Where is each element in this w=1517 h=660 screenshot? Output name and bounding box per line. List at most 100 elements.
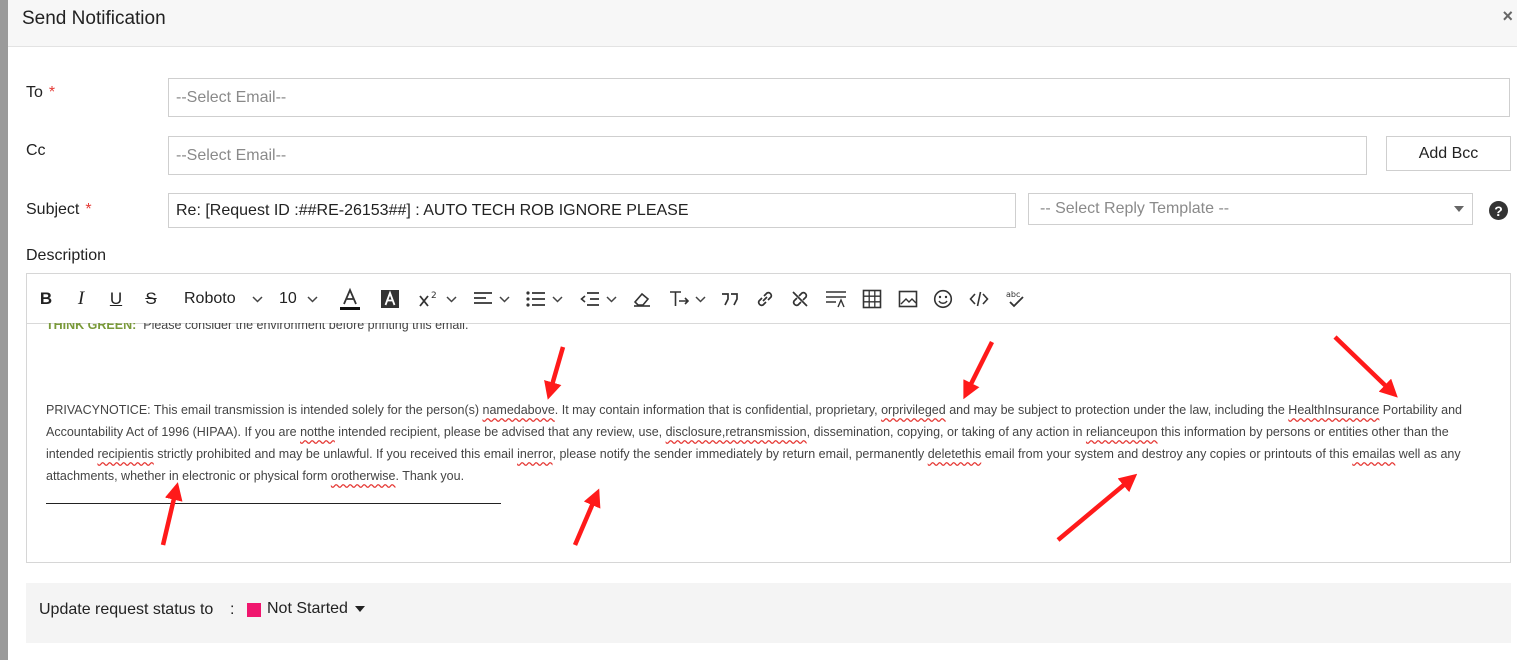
code-icon [969,291,989,307]
misspelled-word: recipientis [97,447,154,461]
highlight-icon [381,290,399,308]
emoji-icon [933,289,953,309]
chevron-down-icon [498,295,510,303]
emoji-button[interactable] [933,286,953,312]
quote-icon [722,293,738,306]
close-icon[interactable]: × [1502,6,1513,27]
align-button[interactable] [471,286,511,312]
to-label: To * [26,84,55,102]
image-icon [898,290,918,308]
misspelled-word: deletethis [927,447,982,461]
status-footer: Update request status to : Not Started [26,583,1511,643]
misspelled-word: disclosure,retransmission [665,425,807,439]
privacy-notice: PRIVACYNOTICE: This email transmission i… [46,399,1486,487]
list-button[interactable] [524,286,564,312]
editor-toolbar: B I U S Roboto 10 2 abc [27,274,1510,324]
cc-label: Cc [26,142,46,159]
font-size-value: 10 [279,290,297,307]
link-icon [757,291,773,307]
status-value: Not Started [267,600,348,617]
think-green-text: Please consider the environment before p… [143,323,469,332]
font-size-select[interactable]: 10 [279,286,325,312]
link-button[interactable] [755,286,775,312]
superscript-button[interactable]: 2 [417,286,457,312]
add-bcc-button[interactable]: Add Bcc [1386,136,1511,171]
to-email-placeholder: --Select Email-- [176,88,287,106]
misspelled-word: emailas [1352,447,1396,461]
eraser-icon [633,292,650,307]
misspelled-word: orotherwise [330,469,396,483]
think-green-line: THINK GREEN: Please consider the environ… [46,323,468,332]
underline-icon: U [109,289,123,308]
help-icon[interactable]: ? [1489,201,1508,220]
svg-text:abc: abc [1006,290,1020,299]
privacy-text: , please notify the sender immediately b… [552,447,928,461]
text-direction-button[interactable] [667,286,707,312]
status-color-swatch [247,603,261,617]
list-icon [525,291,545,307]
eraser-button[interactable] [632,286,652,312]
misspelled-word: orprivileged [881,403,946,417]
misspelled-word: inerror [517,447,553,461]
misspelled-word: notthe [300,425,335,439]
cc-email-placeholder: --Select Email-- [176,146,287,164]
font-color-icon [340,287,360,310]
underline-button[interactable]: U [107,286,125,312]
spellcheck-button[interactable]: abc [1005,286,1027,312]
privacy-text: email from your system and destroy any c… [981,447,1353,461]
dialog-title: Send Notification [22,8,166,29]
status-dropdown[interactable]: Not Started [267,600,365,618]
subject-label: Subject * [26,201,92,219]
to-email-input[interactable]: --Select Email-- [168,78,1510,117]
to-required-mark: * [48,84,56,101]
bold-button[interactable]: B [37,286,55,312]
misspelled-word: namedabove [482,403,555,417]
cc-email-input[interactable]: --Select Email-- [168,136,1367,175]
font-family-select[interactable]: Roboto [184,286,272,312]
spellcheck-icon: abc [1006,290,1024,308]
table-button[interactable] [862,286,882,312]
unlink-icon [792,291,808,307]
strikethrough-button[interactable]: S [142,286,160,312]
reply-template-select[interactable]: -- Select Reply Template -- [1028,193,1473,225]
code-button[interactable] [969,286,989,312]
chevron-down-icon [1454,206,1464,212]
chevron-down-icon [445,295,457,303]
italic-button[interactable]: I [72,286,90,312]
strikethrough-icon: S [145,289,157,308]
misspelled-word: relianceupon [1085,425,1158,439]
privacy-text: intended recipient, please be advised th… [334,425,666,439]
indent-button[interactable] [578,286,618,312]
privacy-text: PRIVACYNOTICE: This email transmission i… [46,403,483,417]
subject-label-text: Subject [26,201,80,218]
privacy-text: , dissemination, copying, or taking of a… [806,425,1086,439]
subject-input[interactable]: Re: [Request ID :##RE-26153##] : AUTO TE… [168,193,1016,228]
description-label: Description [26,247,107,264]
editor-content[interactable]: THINK GREEN: Please consider the environ… [27,323,1510,562]
highlight-button[interactable] [380,286,400,312]
signature-divider [46,503,501,504]
superscript-icon: 2 [418,291,437,307]
unlink-button[interactable] [790,286,810,312]
table-icon [862,289,882,309]
to-label-text: To [26,84,43,101]
font-color-button[interactable] [339,286,361,312]
page-backdrop [0,0,8,660]
quote-button[interactable] [720,286,740,312]
svg-text:2: 2 [431,291,437,301]
misspelled-word: HealthInsurance [1288,403,1380,417]
chevron-down-icon [307,295,318,303]
description-editor: B I U S Roboto 10 2 abc THINK GREEN: Ple… [26,273,1511,563]
think-green-label: THINK GREEN: [46,323,137,332]
privacy-text: . Thank you. [395,469,465,483]
chevron-down-icon [694,295,706,303]
image-button[interactable] [898,286,918,312]
subject-value: Re: [Request ID :##RE-26153##] : AUTO TE… [176,201,689,219]
text-direction-icon [669,291,689,306]
line-height-button[interactable] [825,286,847,312]
chevron-down-icon [551,295,563,303]
update-status-colon: : [230,601,235,618]
update-status-label: Update request status to [39,601,214,618]
caret-down-icon [354,606,365,612]
reply-template-selected: -- Select Reply Template -- [1040,200,1230,217]
